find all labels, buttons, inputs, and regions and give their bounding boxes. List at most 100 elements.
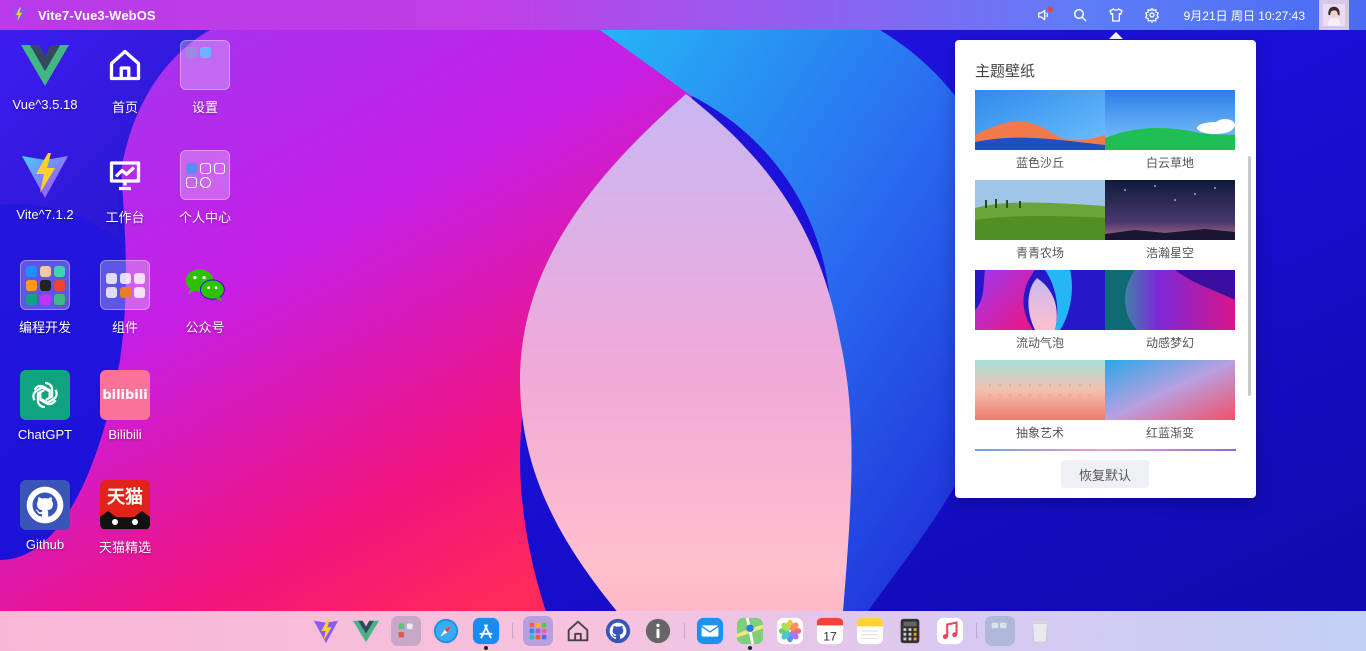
wallpaper-thumbnail [1105,270,1235,330]
safari-icon [433,618,459,644]
github-icon [20,480,70,530]
wallpaper-label: 动感梦幻 [1145,336,1194,350]
wallpaper-option[interactable]: 红蓝渐变 [1105,360,1235,445]
panel-scrollbar[interactable] [1248,156,1251,396]
wallpaper-label: 浩瀚星空 [1145,246,1194,260]
dock-maps[interactable] [735,616,765,650]
desktop-icon-label: Bilibili [108,427,142,442]
vue-icon [20,40,70,90]
desktop-icon-label: 公众号 [185,320,225,335]
mail-icon [696,617,724,645]
tmall-logo-text: 天猫 [107,487,143,507]
volume-button[interactable] [1026,0,1062,30]
dock-separator [976,623,977,639]
running-indicator [748,646,752,650]
desktop-icon-bilibili[interactable]: bilibili Bilibili [85,360,165,460]
wallpaper-label: 流动气泡 [1015,336,1064,350]
avatar-icon [1323,4,1345,26]
wallpaper-option[interactable]: 蓝色沙丘 [975,90,1105,175]
dock-photos[interactable] [775,616,805,646]
wallpaper-option[interactable]: 白云草地 [1105,90,1235,175]
appstore-icon [472,617,500,645]
calendar-icon: 17 [816,617,844,645]
folder-icon [20,260,70,310]
theme-wallpaper-button[interactable] [1098,0,1134,39]
dock-separator [512,623,513,639]
desktop-icon-home[interactable]: 首页 [85,30,165,130]
desktop-icon-chatgpt[interactable]: ChatGPT [5,360,85,460]
dock-info[interactable] [643,616,673,646]
dock-safari[interactable] [431,616,461,646]
folder-icon [180,40,230,90]
vite-icon [313,618,339,644]
dock-mail[interactable] [695,616,725,646]
dock-separator [684,623,685,639]
dock-calendar[interactable]: 17 [815,616,845,646]
desktop-folder-components[interactable]: 组件 [85,250,165,350]
wallpaper-label: 抽象艺术 [1015,426,1064,440]
desktop-icon-tmall[interactable]: 天猫 天猫精选 [85,470,165,570]
dock-calculator[interactable] [895,616,925,646]
dock-appstore[interactable] [471,616,501,650]
desktop-icon-label: 天猫精选 [98,540,151,555]
desktop-icon-vite[interactable]: Vite^7.1.2 [5,140,85,240]
wallpaper-option[interactable]: 抽象艺术 [975,360,1105,445]
wallpaper-option[interactable]: 流动气泡 [975,270,1105,355]
desktop-icon-label: 个人中心 [178,210,231,225]
desktop-icon-wechat-official[interactable]: 公众号 [165,250,245,350]
info-icon [645,618,671,644]
desktop-folder-dev[interactable]: 编程开发 [5,250,85,350]
search-button[interactable] [1062,0,1098,30]
dock-trash[interactable] [1025,616,1055,646]
running-indicator [484,646,488,650]
top-menu-bar: Vite7-Vue3-WebOS 9月21日 周日 10:27:43 [0,0,1366,39]
wallpaper-label: 青青农场 [1015,246,1064,260]
reset-default-button[interactable]: 恢复默认 [1061,460,1149,488]
clock-datetime[interactable]: 9月21日 周日 10:27:43 [1184,7,1305,24]
dock-music[interactable] [935,616,965,646]
theme-wallpaper-panel: 主题壁纸 蓝色沙丘 白云草地 青青农场 浩瀚星空 流动气泡 动感梦幻 抽象艺术 … [955,40,1256,498]
wallpaper-thumbnail [1105,180,1235,240]
maps-icon [736,617,764,645]
dock-github[interactable] [603,616,633,646]
shirt-icon [1108,8,1123,22]
desktop-folder-profile[interactable]: 个人中心 [165,140,245,240]
app-logo-button[interactable]: Vite7-Vue3-WebOS [10,6,156,24]
dock-vue[interactable] [351,616,381,646]
app-title: Vite7-Vue3-WebOS [38,7,156,23]
wallpaper-option[interactable]: 动感梦幻 [1105,270,1235,355]
folder-icon [100,260,150,310]
home-icon [100,40,150,90]
user-avatar[interactable] [1319,0,1349,30]
dock-vite[interactable] [311,616,341,646]
wallpaper-option[interactable]: 青青农场 [975,180,1105,265]
wallpaper-option[interactable]: 浩瀚星空 [1105,180,1235,265]
calculator-icon [900,618,920,644]
wallpaper-label: 白云草地 [1145,156,1194,170]
bilibili-icon: bilibili [100,370,150,420]
folder-icon [398,623,413,638]
desktop-icon-github[interactable]: Github [5,470,85,570]
desktop-icon-label: Github [25,537,65,552]
dock-launchpad[interactable] [523,616,553,646]
desktop-icon-label: Vite^7.1.2 [16,207,74,222]
tmall-icon: 天猫 [100,480,150,530]
github-icon [605,618,631,644]
gear-icon [1144,7,1159,23]
trash-icon [1031,620,1049,643]
dock-home[interactable] [563,616,593,646]
wallpaper-thumbnail [975,90,1105,150]
dock-folder[interactable] [391,616,421,646]
dock-notes[interactable] [855,616,885,646]
vite-icon [20,150,70,200]
settings-button[interactable] [1134,0,1170,30]
dock-folder-2[interactable] [985,616,1015,646]
folder-icon [991,622,1007,629]
wallpaper-thumbnail [1105,90,1235,150]
dock-bar: 17 [0,611,1366,651]
desktop-icon-workbench[interactable]: 工作台 [85,140,165,240]
wallpaper-thumbnail [975,270,1105,330]
desktop-icon-vue[interactable]: Vue^3.5.18 [5,30,85,130]
desktop-folder-settings[interactable]: 设置 [165,30,245,130]
wallpaper-thumbnail [975,360,1105,420]
